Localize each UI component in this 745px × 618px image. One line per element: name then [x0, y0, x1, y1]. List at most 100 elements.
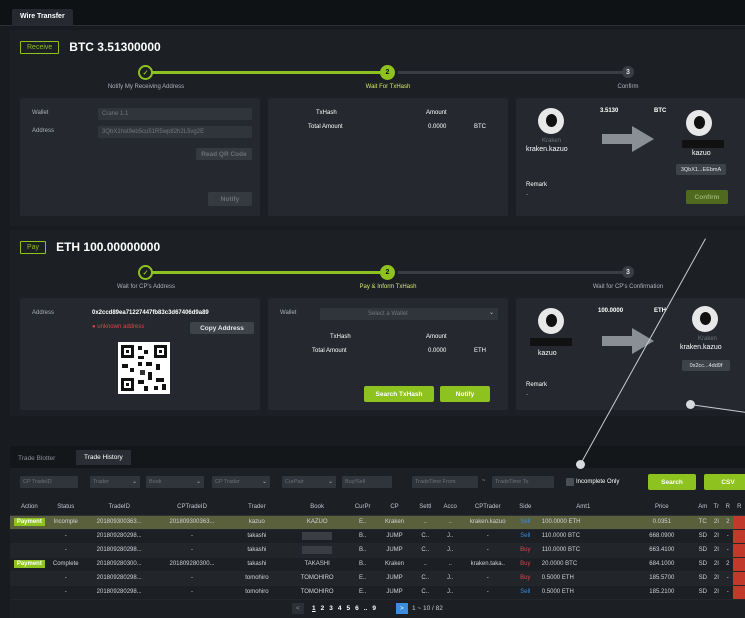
tab-trade-blotter[interactable]: Trade Blotter: [12, 452, 61, 465]
payment-button[interactable]: Payment: [13, 560, 45, 568]
cell-tradeid: 201809280300...: [82, 557, 156, 572]
payment-button[interactable]: Payment: [13, 518, 45, 526]
page-3[interactable]: 3: [329, 605, 333, 612]
cell-price: 684.1000: [628, 557, 695, 572]
page-6[interactable]: 6: [355, 605, 359, 612]
copy-address-button[interactable]: Copy Address: [190, 322, 254, 334]
col-tr[interactable]: Tr: [710, 500, 723, 516]
cell-action[interactable]: Payment: [10, 515, 49, 530]
search-button[interactable]: Search: [648, 474, 696, 490]
cell-cptradeid: -: [155, 543, 229, 558]
filter-range-sep: ~: [482, 478, 486, 484]
filter-tradetime-from[interactable]: TradeTime From: [412, 476, 478, 488]
csv-button[interactable]: CSV: [704, 474, 745, 490]
step-label-1: Notify My Receiving Address: [107, 84, 185, 90]
cell-cp: JUMP: [376, 585, 413, 600]
table-row[interactable]: -201809280298... - takashi B.. JUMP C.. J.. - Se…: [10, 529, 745, 544]
cell-amt: 20.0000 BTC: [537, 557, 629, 572]
table-row[interactable]: Payment Complete 201809280300... 2018092803…: [10, 557, 745, 572]
filter-cp-trader[interactable]: CP Trader ⌄: [212, 476, 270, 488]
page-7[interactable]: ..: [364, 605, 368, 612]
next-page-button[interactable]: >: [396, 603, 408, 614]
col-action[interactable]: Action: [10, 500, 49, 516]
from-user: kazuo: [538, 350, 557, 357]
col-trader[interactable]: Trader: [228, 500, 286, 516]
tab-wire-transfer[interactable]: Wire Transfer: [12, 9, 73, 26]
col-book[interactable]: Book: [285, 500, 349, 516]
to-user: kazuo: [692, 150, 711, 157]
table-row[interactable]: -201809280298... - tomohiro TOMOHIRO E.. JUMP…: [10, 585, 745, 600]
search-txhash-button[interactable]: Search TxHash: [364, 386, 434, 402]
cell-acco: ..: [437, 557, 463, 572]
prev-page-button[interactable]: <: [292, 603, 304, 614]
confirm-button[interactable]: Confirm: [686, 190, 728, 204]
col-am[interactable]: Am: [694, 500, 711, 516]
step-check-icon: ✓: [138, 265, 153, 280]
tab-trade-history[interactable]: Trade History: [76, 450, 131, 465]
trade-panel: Trade Blotter Trade History CP TradeID T…: [10, 446, 745, 618]
col-status[interactable]: Status: [48, 500, 83, 516]
cell-am: TC: [694, 515, 711, 530]
col-acco[interactable]: Acco: [437, 500, 463, 516]
chevron-down-icon: ⌄: [488, 310, 494, 316]
cell-settl: ..: [412, 557, 438, 572]
col-price[interactable]: Price: [628, 500, 695, 516]
col-side[interactable]: Side: [512, 500, 538, 516]
cell-action[interactable]: Payment: [10, 557, 49, 572]
table-row[interactable]: Payment Incomple 201809300363... 2018093003…: [10, 515, 745, 530]
page-8[interactable]: 9: [372, 605, 376, 612]
to-avatar: [692, 306, 718, 332]
cell-settl: C..: [412, 571, 438, 586]
receive-wallet-card: Wallet Crane 1.1 Address 3QbX1hst9eb5cu5…: [20, 98, 260, 216]
filter-cp-tradeid[interactable]: CP TradeID: [20, 476, 78, 488]
to-address[interactable]: 0x2cc...4dd9f: [682, 360, 730, 371]
col-curpr[interactable]: CurPr: [349, 500, 377, 516]
wallet-select[interactable]: Select a Wallet ⌄: [320, 308, 498, 320]
incomplete-only-checkbox[interactable]: [566, 478, 574, 486]
pay-stepper: ✓ 2 3 Wait for CP's Address Pay & Inform…: [10, 262, 745, 302]
notify-button[interactable]: Notify: [440, 386, 490, 402]
cell-tr: 2I: [710, 557, 723, 572]
page-4[interactable]: 4: [338, 605, 342, 612]
col-cptrader[interactable]: CPTrader: [462, 500, 513, 516]
filter-book[interactable]: Book ⌄: [146, 476, 204, 488]
col-r[interactable]: R: [722, 500, 734, 516]
page-2[interactable]: 2: [321, 605, 325, 612]
cell-tr: 2I: [710, 543, 723, 558]
read-qr-button[interactable]: Read QR Code: [196, 148, 252, 160]
table-row[interactable]: -201809280298... - tomohiro TOMOHIRO E.. JUMP…: [10, 571, 745, 586]
cell-settl: ..: [412, 515, 438, 530]
notify-button[interactable]: Notify: [208, 192, 252, 206]
to-address[interactable]: 3QbX1...EEbmA: [676, 164, 726, 175]
cell-r: 2: [722, 515, 734, 530]
page-5[interactable]: 5: [347, 605, 351, 612]
col-r2[interactable]: R: [733, 500, 745, 516]
col-cp[interactable]: CP: [376, 500, 413, 516]
col-cptradeid[interactable]: CPTradeID: [155, 500, 229, 516]
cell-cptrader: -: [462, 585, 513, 600]
address-select[interactable]: 3QbX1hst9eb5cu51R5wp82h2L5vg2E: [98, 126, 252, 138]
filter-buy-sell[interactable]: Buy/Sell: [342, 476, 392, 488]
cell-action: [10, 571, 49, 586]
filter-tradetime-to[interactable]: TradeTime To: [492, 476, 554, 488]
wallet-select[interactable]: Crane 1.1: [98, 108, 252, 120]
col-amt1[interactable]: Amt1: [537, 500, 629, 516]
cell-tradeid: 201809280298...: [82, 585, 156, 600]
cell-action: [10, 543, 49, 558]
filter-curpair[interactable]: CurPair ⌄: [282, 476, 336, 488]
col-settl[interactable]: Settl: [412, 500, 438, 516]
callout-dot-1: [576, 460, 585, 469]
flow-amount: 3.5130: [600, 108, 619, 114]
flow-unit: BTC: [654, 108, 667, 114]
filter-trader[interactable]: Trader ⌄: [90, 476, 140, 488]
cell-am: SD: [694, 571, 711, 586]
remark-label: Remark: [526, 182, 548, 188]
page-1[interactable]: 1: [312, 605, 316, 612]
cell-r2: [733, 585, 745, 600]
step-label-3: Wait for CP's Confirmation: [592, 284, 664, 290]
table-row[interactable]: -201809280298... - takashi B.. JUMP C.. J.. - Bu…: [10, 543, 745, 558]
chevron-down-icon: ⌄: [261, 479, 267, 485]
total-amount-label: Total Amount: [312, 348, 347, 354]
step-line-pending: [398, 271, 628, 274]
col-tradeid[interactable]: TradeID: [82, 500, 156, 516]
